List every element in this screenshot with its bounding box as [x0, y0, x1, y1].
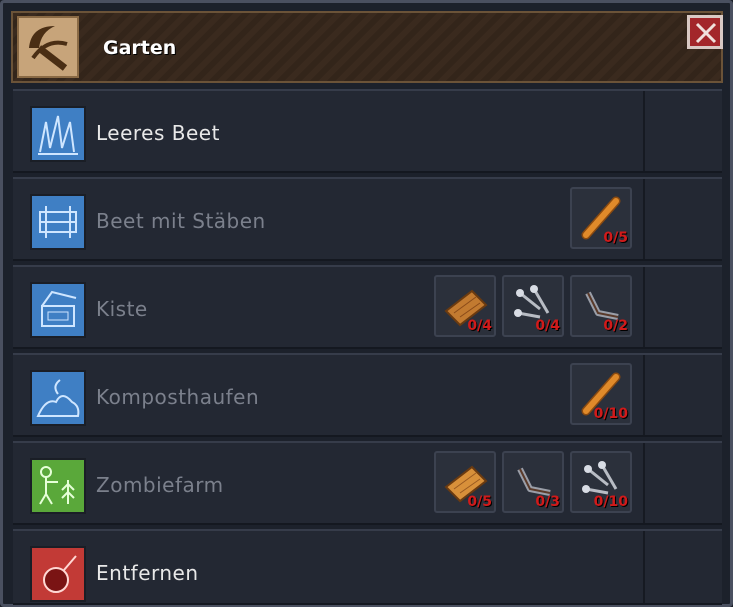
window-header: Garten [11, 11, 723, 83]
close-button[interactable] [687, 15, 723, 49]
requirement-slot: 0/5 [434, 451, 496, 513]
recipe-row-entfernen[interactable]: Entfernen [13, 529, 722, 605]
recipe-label: Komposthaufen [96, 385, 260, 409]
row-divider [643, 91, 645, 171]
row-divider [643, 443, 645, 523]
requirement-slot: 0/2 [570, 275, 632, 337]
recipe-row-beet-mit-staeben[interactable]: Beet mit Stäben 0/5 [13, 177, 722, 261]
requirement-count: 0/3 [535, 494, 560, 510]
requirement-slot: 0/5 [570, 187, 632, 249]
recipe-label: Beet mit Stäben [96, 209, 266, 233]
window-title: Garten [103, 37, 177, 59]
requirement-count: 0/2 [603, 318, 628, 334]
row-divider [643, 355, 645, 435]
requirement-count: 0/10 [593, 494, 628, 510]
sickle-icon [17, 16, 79, 78]
recipe-label: Zombiefarm [96, 473, 224, 497]
blueprint-fence-icon [30, 194, 86, 250]
blueprint-crate-icon [30, 282, 86, 338]
requirement-count: 0/10 [593, 406, 628, 422]
remove-bomb-icon [30, 546, 86, 602]
close-icon [695, 22, 717, 44]
blueprint-grass-icon [30, 106, 86, 162]
recipe-list: Leeres Beet Beet mit Stäben 0/5 Kiste 0/… [13, 89, 722, 605]
requirement-count: 0/4 [467, 318, 492, 334]
recipe-row-leeres-beet[interactable]: Leeres Beet [13, 89, 722, 173]
recipe-label: Leeres Beet [96, 121, 220, 145]
requirement-count: 0/5 [603, 230, 628, 246]
recipe-row-zombiefarm[interactable]: Zombiefarm 0/5 0/3 0/10 [13, 441, 722, 525]
requirement-slot: 0/10 [570, 363, 632, 425]
row-divider [643, 179, 645, 259]
requirement-slot: 0/3 [502, 451, 564, 513]
requirement-slot: 0/4 [502, 275, 564, 337]
requirement-count: 0/5 [467, 494, 492, 510]
recipe-label: Kiste [96, 297, 148, 321]
recipe-row-kiste[interactable]: Kiste 0/4 0/4 0/2 [13, 265, 722, 349]
requirement-slot: 0/4 [434, 275, 496, 337]
requirement-slot: 0/10 [570, 451, 632, 513]
row-divider [643, 267, 645, 347]
recipe-row-komposthaufen[interactable]: Komposthaufen 0/10 [13, 353, 722, 437]
requirement-count: 0/4 [535, 318, 560, 334]
row-divider [643, 531, 645, 603]
recipe-label: Entfernen [96, 561, 199, 585]
garden-window: Garten Leeres Beet Beet mit Stäben 0/5 K… [0, 0, 733, 607]
zombie-farm-icon [30, 458, 86, 514]
blueprint-compost-icon [30, 370, 86, 426]
